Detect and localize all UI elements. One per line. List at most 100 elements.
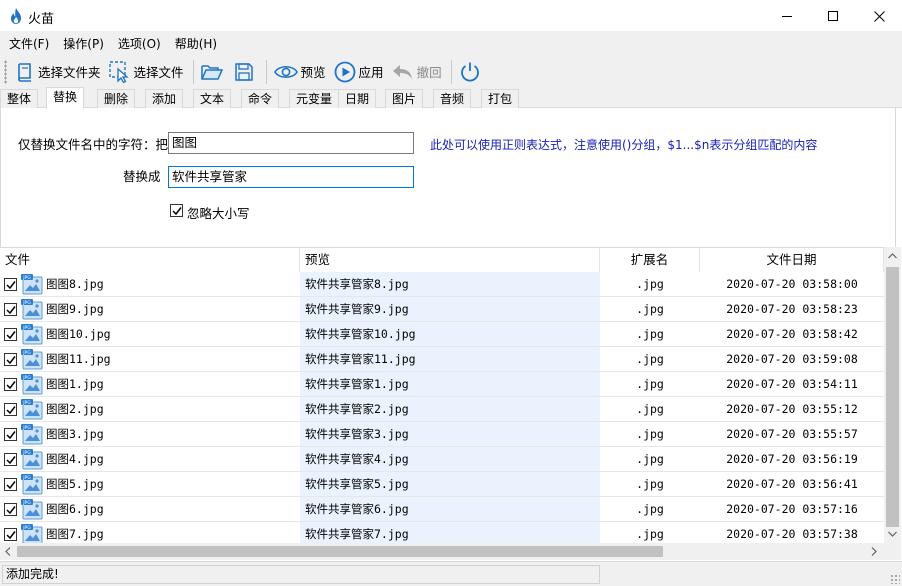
extension-cell: .jpg [636,377,664,391]
row-checkbox[interactable] [4,453,17,466]
tab-package[interactable]: 打包 [481,89,520,108]
select-file-button[interactable]: 选择文件 [106,58,187,86]
table-row[interactable]: JPG 图图11.jpg 软件共享管家11.jpg .jpg 2020-07-20 03… [0,347,884,372]
extension-cell: .jpg [636,352,664,366]
column-header-file[interactable]: 文件 [0,248,300,272]
row-checkbox[interactable] [4,303,17,316]
row-checkbox[interactable] [4,328,17,341]
tab-audio[interactable]: 音频 [433,89,472,108]
checkmark-icon [6,356,16,365]
undo-button[interactable]: 撤回 [389,58,445,86]
jpg-file-icon: JPG [21,349,43,370]
menu-file[interactable]: 文件(F) [2,34,56,54]
scroll-up-icon[interactable] [888,253,897,259]
resize-grip[interactable] [890,574,900,584]
maximize-button[interactable] [810,0,856,32]
file-name-cell: 图图6.jpg [46,502,104,516]
tab-command[interactable]: 命令 [241,89,280,108]
column-header-extension[interactable]: 扩展名 [600,248,700,272]
checkmark-icon [172,207,182,216]
undo-icon [392,64,412,79]
date-cell: 2020-07-20 03:56:19 [726,452,858,466]
row-checkbox[interactable] [4,428,17,441]
date-cell: 2020-07-20 03:57:16 [726,502,858,516]
status-bar: 添加完成! [0,561,902,586]
row-checkbox[interactable] [4,503,17,516]
date-cell: 2020-07-20 03:55:12 [726,402,858,416]
tab-overall[interactable]: 整体 [0,89,39,108]
row-checkbox[interactable] [4,478,17,491]
preview-name-cell: 软件共享管家2.jpg [305,402,409,416]
svg-text:JPG: JPG [22,300,31,306]
file-name-cell: 图图5.jpg [46,477,104,491]
row-checkbox[interactable] [4,378,17,391]
tab-date[interactable]: 日期 [338,89,377,108]
power-button[interactable] [456,58,487,86]
jpg-file-icon: JPG [21,474,43,495]
table-row[interactable]: JPG 图图3.jpg 软件共享管家3.jpg .jpg 2020-07-20 03:5… [0,422,884,447]
preview-name-cell: 软件共享管家1.jpg [305,377,409,391]
tab-strip: 整体 替换 删除 添加 文本 命令 元变量 日期 图片 音频 打包 [0,87,902,109]
vertical-scrollbar[interactable] [884,247,901,543]
row-checkbox[interactable] [4,403,17,416]
title-bar: 火苗 [0,0,902,32]
date-cell: 2020-07-20 03:59:08 [726,352,858,366]
preview-label: 预览 [300,65,326,80]
row-checkbox[interactable] [4,353,17,366]
close-button[interactable] [856,0,902,32]
tab-image[interactable]: 图片 [385,89,424,108]
menu-bar: 文件(F) 操作(P) 选项(O) 帮助(H) [0,32,902,55]
row-checkbox[interactable] [4,528,17,541]
tab-metavariable[interactable]: 元变量 [289,89,340,108]
table-row[interactable]: JPG 图图5.jpg 软件共享管家5.jpg .jpg 2020-07-20 03:5… [0,472,884,497]
toolbar-grip[interactable] [4,59,7,84]
preview-name-cell: 软件共享管家8.jpg [305,277,409,291]
scroll-down-icon[interactable] [888,531,897,537]
apply-button[interactable]: 应用 [331,58,387,86]
preview-button[interactable]: 预览 [271,58,329,86]
checkmark-icon [6,456,16,465]
menu-help[interactable]: 帮助(H) [168,34,224,54]
horizontal-scroll-thumb[interactable] [17,546,663,557]
table-row[interactable]: JPG 图图9.jpg 软件共享管家9.jpg .jpg 2020-07-20 03:5… [0,297,884,322]
tab-replace[interactable]: 替换 [46,87,85,109]
extension-cell: .jpg [636,427,664,441]
scroll-right-icon[interactable] [871,547,877,556]
scroll-left-icon[interactable] [5,547,11,556]
save-button[interactable] [231,58,260,86]
select-file-label: 选择文件 [133,65,184,80]
minimize-button[interactable] [764,0,810,32]
replace-panel: 仅替换文件名中的字符：把 图图 此处可以使用正则表达式，注意使用()分组，$1.… [0,108,896,247]
open-button[interactable] [198,58,229,86]
table-row[interactable]: JPG 图图8.jpg 软件共享管家8.jpg .jpg 2020-07-20 03:5… [0,272,884,297]
select-folder-button[interactable]: 选择文件夹 [12,58,104,86]
menu-operation[interactable]: 操作(P) [56,34,111,54]
find-label: 仅替换文件名中的字符：把 [18,137,169,152]
column-header-date[interactable]: 文件日期 [700,248,884,272]
tab-text[interactable]: 文本 [193,89,232,108]
table-row[interactable]: JPG 图图1.jpg 软件共享管家1.jpg .jpg 2020-07-20 03:5… [0,372,884,397]
tab-add[interactable]: 添加 [145,89,184,108]
table-row[interactable]: JPG 图图2.jpg 软件共享管家2.jpg .jpg 2020-07-20 03:5… [0,397,884,422]
find-input[interactable]: 图图 [168,132,414,154]
svg-text:JPG: JPG [22,450,31,456]
date-cell: 2020-07-20 03:56:41 [726,477,858,491]
checkmark-icon [6,431,16,440]
table-row[interactable]: JPG 图图4.jpg 软件共享管家4.jpg .jpg 2020-07-20 03:5… [0,447,884,472]
jpg-file-icon: JPG [21,274,43,295]
tab-delete[interactable]: 删除 [97,89,136,108]
ignore-case-checkbox[interactable] [170,204,183,217]
replace-input[interactable]: 软件共享管家 [168,166,414,188]
table-row[interactable]: JPG 图图6.jpg 软件共享管家6.jpg .jpg 2020-07-20 03:5… [0,497,884,522]
table-row[interactable]: JPG 图图10.jpg 软件共享管家10.jpg .jpg 2020-07-20 03… [0,322,884,347]
svg-text:JPG: JPG [22,475,31,481]
column-header-preview[interactable]: 预览 [300,248,600,272]
extension-cell: .jpg [636,277,664,291]
row-checkbox[interactable] [4,278,17,291]
svg-text:JPG: JPG [22,500,31,506]
horizontal-scrollbar[interactable] [0,543,884,560]
vertical-scroll-thumb[interactable] [886,267,899,527]
table-row[interactable]: JPG 图图7.jpg 软件共享管家7.jpg .jpg 2020-07-20 03:5… [0,522,884,543]
menu-options[interactable]: 选项(O) [111,34,168,54]
date-cell: 2020-07-20 03:58:00 [726,277,858,291]
